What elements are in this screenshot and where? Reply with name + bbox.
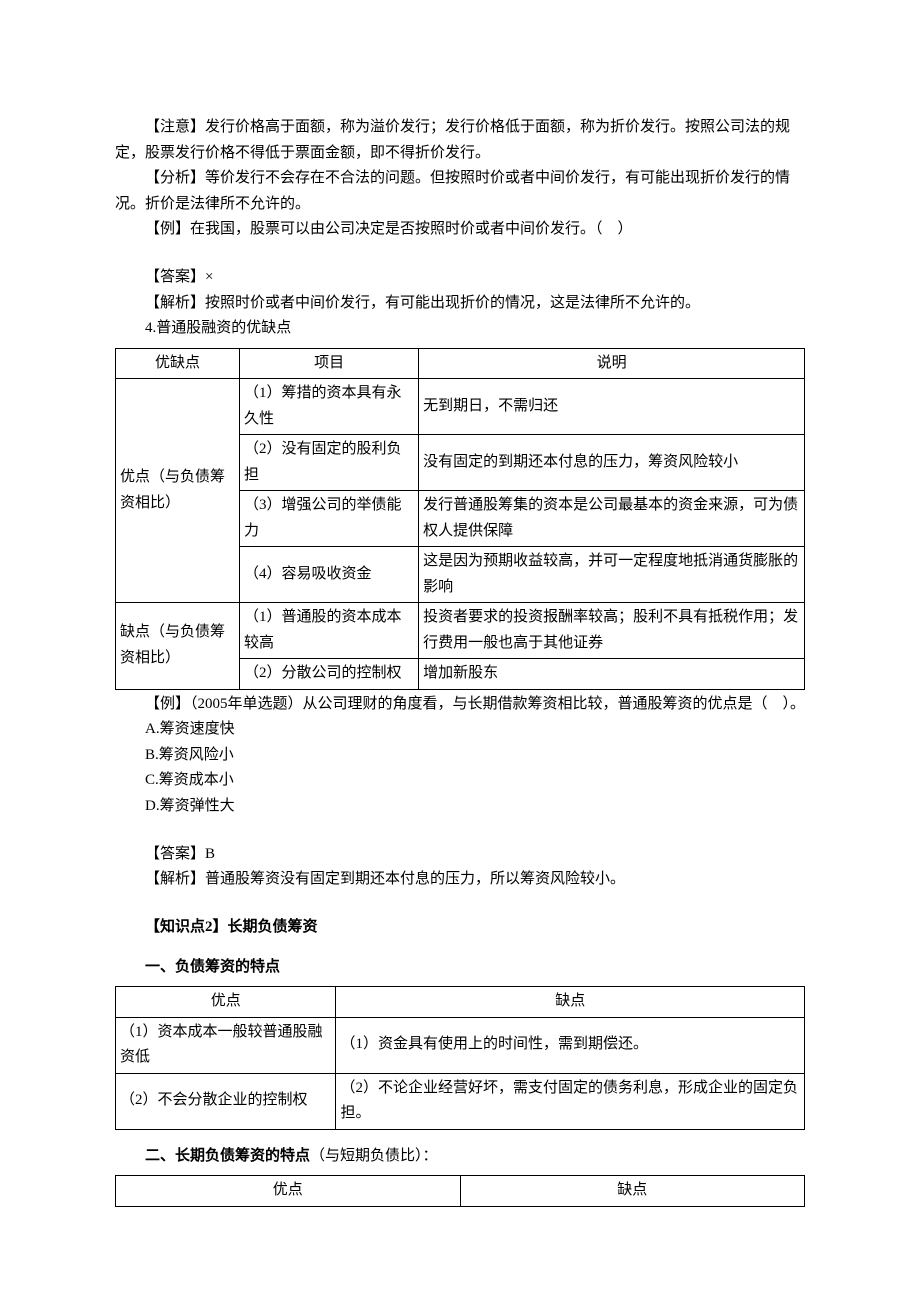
cell: 增加新股东: [419, 659, 805, 690]
section-1-title: 一、负债筹资的特点: [115, 955, 805, 981]
analysis-paragraph: 【分析】等价发行不会存在不合法的问题。但按照时价或者中间价发行，有可能出现折价发…: [115, 166, 805, 217]
subhead-4: 4.普通股融资的优缺点: [115, 316, 805, 342]
spacer: [115, 819, 805, 842]
page-root: 【注意】发行价格高于面额，称为溢价发行；发行价格低于面额，称为折价发行。按照公司…: [0, 0, 920, 1269]
option-b: B.筹资风险小: [115, 743, 805, 769]
answer-1: 【答案】×: [115, 265, 805, 291]
th-dis: 缺点: [460, 1176, 805, 1207]
th-category: 优缺点: [116, 348, 240, 379]
explanation-1: 【解析】按照时价或者中间价发行，有可能出现折价的情况，这是法律所不允许的。: [115, 291, 805, 317]
table-row: （1）资本成本一般较普通股融资低 （1）资金具有使用上的时间性，需到期偿还。: [116, 1017, 805, 1073]
cell: （2）不论企业经营好坏，需支付固定的债务利息，形成企业的固定负担。: [336, 1073, 805, 1129]
advantages-table: 优缺点 项目 说明 优点（与负债筹资相比） （1）筹措的资本具有永久性 无到期日…: [115, 348, 805, 690]
note-paragraph: 【注意】发行价格高于面额，称为溢价发行；发行价格低于面额，称为折价发行。按照公司…: [115, 115, 805, 166]
th-adv: 优点: [116, 1176, 461, 1207]
option-a: A.筹资速度快: [115, 717, 805, 743]
cell: 没有固定的到期还本付息的压力，筹资风险较小: [419, 435, 805, 491]
cell: （2）没有固定的股利负担: [240, 435, 419, 491]
spacer: [115, 243, 805, 266]
cell: （2）不会分散企业的控制权: [116, 1073, 336, 1129]
table-row: 优点（与负债筹资相比） （1）筹措的资本具有永久性 无到期日，不需归还: [116, 379, 805, 435]
cell-dis-label: 缺点（与负债筹资相比）: [116, 603, 240, 690]
option-c: C.筹资成本小: [115, 768, 805, 794]
table-row: 优点 缺点: [116, 987, 805, 1018]
debt-features-table: 优点 缺点 （1）资本成本一般较普通股融资低 （1）资金具有使用上的时间性，需到…: [115, 986, 805, 1130]
table-row: 优点 缺点: [116, 1176, 805, 1207]
cell-adv-label: 优点（与负债筹资相比）: [116, 379, 240, 603]
cell: 投资者要求的投资报酬率较高；股利不具有抵税作用；发行费用一般也高于其他证券: [419, 603, 805, 659]
table-row: 缺点（与负债筹资相比） （1）普通股的资本成本较高 投资者要求的投资报酬率较高；…: [116, 603, 805, 659]
th-item: 项目: [240, 348, 419, 379]
cell: （1）资金具有使用上的时间性，需到期偿还。: [336, 1017, 805, 1073]
example-q1: 【例】在我国，股票可以由公司决定是否按照时价或者中间价发行。（ ）: [115, 217, 805, 243]
example-q2-stem: 【例】（2005年单选题）从公司理财的角度看，与长期借款筹资相比较，普通股筹资的…: [115, 692, 805, 718]
answer-2: 【答案】B: [115, 842, 805, 868]
knowledge-point-2: 【知识点2】长期负债筹资: [115, 915, 805, 941]
spacer: [115, 893, 805, 916]
th-desc: 说明: [419, 348, 805, 379]
cell: 发行普通股筹集的资本是公司最基本的资金来源，可为债权人提供保障: [419, 491, 805, 547]
cell: （1）筹措的资本具有永久性: [240, 379, 419, 435]
table-row: 优缺点 项目 说明: [116, 348, 805, 379]
cell: （1）普通股的资本成本较高: [240, 603, 419, 659]
table-row: （2）不会分散企业的控制权 （2）不论企业经营好坏，需支付固定的债务利息，形成企…: [116, 1073, 805, 1129]
th-adv: 优点: [116, 987, 336, 1018]
option-d: D.筹资弹性大: [115, 794, 805, 820]
th-dis: 缺点: [336, 987, 805, 1018]
section-2-title-rest: （与短期负债比）：: [310, 1148, 438, 1164]
cell: （3）增强公司的举债能力: [240, 491, 419, 547]
explanation-2: 【解析】普通股筹资没有固定到期还本付息的压力，所以筹资风险较小。: [115, 867, 805, 893]
cell: （1）资本成本一般较普通股融资低: [116, 1017, 336, 1073]
cell: 无到期日，不需归还: [419, 379, 805, 435]
section-2-title-bold: 二、长期负债筹资的特点: [145, 1148, 310, 1164]
longterm-debt-table: 优点 缺点: [115, 1175, 805, 1207]
cell: （2）分散公司的控制权: [240, 659, 419, 690]
cell: （4）容易吸收资金: [240, 547, 419, 603]
section-2-title: 二、长期负债筹资的特点（与短期负债比）：: [115, 1144, 805, 1170]
cell: 这是因为预期收益较高，并可一定程度地抵消通货膨胀的影响: [419, 547, 805, 603]
